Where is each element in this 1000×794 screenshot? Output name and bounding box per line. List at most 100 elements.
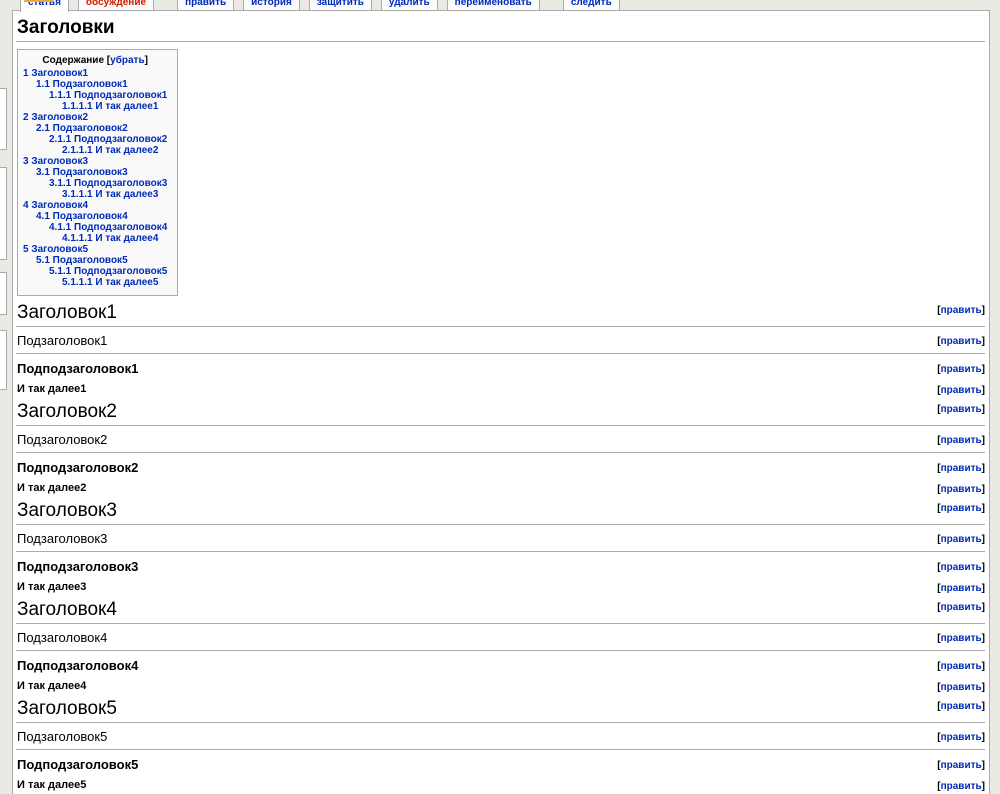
toc-entry: 5.1.1.1 И так далее5 [23, 277, 167, 288]
toc-entry: 3.1.1 Подподзаголовок3 [23, 178, 167, 189]
toc-entry-link[interactable]: 3.1.1 Подподзаголовок3 [49, 178, 167, 189]
toc-entry-link[interactable]: 2.1.1.1 И так далее2 [62, 145, 158, 156]
toc-entry: 5 Заголовок5 [23, 244, 167, 255]
edit-link-anchor[interactable]: править [941, 336, 982, 347]
toc-entry-link[interactable]: 4.1 Подзаголовок4 [36, 211, 128, 222]
heading-text: Подзаголовок5 [17, 729, 107, 744]
heading-text: И так далее4 [17, 680, 86, 692]
toc-entry-link[interactable]: 4 Заголовок4 [23, 200, 88, 211]
edit-link: [править] [937, 305, 985, 317]
edit-link: [править] [937, 534, 985, 546]
edit-bracket-close: ] [982, 503, 985, 514]
edit-link-anchor[interactable]: править [941, 503, 982, 514]
tab-item[interactable]: следить [563, 0, 620, 10]
toc-hide-link[interactable]: убрать [110, 55, 144, 66]
edit-link: [править] [937, 701, 985, 713]
section-heading-h5: [править] И так далее2 [16, 482, 985, 494]
edit-link-anchor[interactable]: править [941, 305, 982, 316]
edit-bracket-close: ] [982, 435, 985, 446]
heading-text: Подзаголовок1 [17, 333, 107, 348]
edit-link-anchor[interactable]: править [941, 583, 982, 594]
edit-link-anchor[interactable]: править [941, 364, 982, 375]
edit-link-anchor[interactable]: править [941, 404, 982, 415]
edit-link-anchor[interactable]: править [941, 781, 982, 792]
toc-entry-link[interactable]: 5 Заголовок5 [23, 244, 88, 255]
tab-item[interactable]: обсуждение [78, 0, 154, 10]
tab-link[interactable]: удалить [389, 0, 430, 8]
toc-entry: 1.1.1.1 И так далее1 [23, 101, 167, 112]
tab-item[interactable]: удалить [381, 0, 438, 10]
tab-item[interactable]: история [243, 0, 300, 10]
tab-link[interactable]: обсуждение [86, 0, 146, 8]
tabs-bar: статья обсуждение править история защити… [20, 0, 629, 10]
edit-link-anchor[interactable]: править [941, 562, 982, 573]
edit-link-anchor[interactable]: править [941, 484, 982, 495]
sidebar-portlet-edge [0, 167, 7, 260]
toc-entry-link[interactable]: 2 Заголовок2 [23, 112, 88, 123]
section-heading-h4: [править] Подподзаголовок2 [16, 461, 985, 475]
heading-text: Подзаголовок3 [17, 531, 107, 546]
toc-entry-link[interactable]: 1 Заголовок1 [23, 68, 88, 79]
toc-entry-link[interactable]: 5.1 Подзаголовок5 [36, 255, 128, 266]
tab-link[interactable]: править [185, 0, 226, 8]
content-area: Заголовки Содержание [убрать] 1 Заголово… [12, 10, 990, 794]
edit-link-anchor[interactable]: править [941, 633, 982, 644]
edit-link-anchor[interactable]: править [941, 701, 982, 712]
toc-entry-link[interactable]: 4.1.1 Подподзаголовок4 [49, 222, 167, 233]
toc-entry-link[interactable]: 2.1.1 Подподзаголовок2 [49, 134, 167, 145]
edit-link-anchor[interactable]: править [941, 732, 982, 743]
section: [править] Заголовок2 [править] Подзаголо… [16, 402, 985, 494]
edit-bracket-close: ] [982, 404, 985, 415]
toc-entry-link[interactable]: 5.1.1 Подподзаголовок5 [49, 266, 167, 277]
tab-link[interactable]: переименовать [455, 0, 532, 8]
heading-text: Заголовок1 [17, 302, 117, 323]
edit-bracket-close: ] [982, 760, 985, 771]
toc-entry-link[interactable]: 1.1 Подзаголовок1 [36, 79, 128, 90]
edit-link-anchor[interactable]: править [941, 463, 982, 474]
toc-entry-link[interactable]: 1.1.1.1 И так далее1 [62, 101, 158, 112]
sidebar-portlet-edge [0, 272, 7, 315]
section-heading-h3: [править] Подзаголовок3 [16, 532, 985, 552]
edit-bracket-close: ] [982, 583, 985, 594]
edit-link-anchor[interactable]: править [941, 661, 982, 672]
toc-entry: 5.1.1 Подподзаголовок5 [23, 266, 167, 277]
heading-text: Заголовок5 [17, 698, 117, 719]
tab-item[interactable]: править [177, 0, 234, 10]
tab-link[interactable]: история [251, 0, 292, 8]
toc-entry: 2.1 Подзаголовок2 [23, 123, 167, 134]
edit-link-anchor[interactable]: править [941, 534, 982, 545]
toc-hide-toggle: [убрать] [107, 55, 148, 66]
toc-entry-link[interactable]: 4.1.1.1 И так далее4 [62, 233, 158, 244]
toc-entry-link[interactable]: 2.1 Подзаголовок2 [36, 123, 128, 134]
edit-bracket-close: ] [982, 781, 985, 792]
edit-link-anchor[interactable]: править [941, 435, 982, 446]
toc-entry-link[interactable]: 3.1.1.1 И так далее3 [62, 189, 158, 200]
sections: [править] Заголовок1 [править] Подзаголо… [16, 303, 985, 791]
edit-link: [править] [937, 562, 985, 574]
edit-link-anchor[interactable]: править [941, 682, 982, 693]
tab-link[interactable]: следить [571, 0, 612, 8]
edit-bracket-close: ] [982, 732, 985, 743]
toc-entry-link[interactable]: 1.1.1 Подподзаголовок1 [49, 90, 167, 101]
toc-entry: 4.1.1.1 И так далее4 [23, 233, 167, 244]
toc-entry-link[interactable]: 5.1.1.1 И так далее5 [62, 277, 158, 288]
section-heading-h3: [править] Подзаголовок5 [16, 730, 985, 750]
tab-item[interactable]: переименовать [447, 0, 540, 10]
toc-entry: 1 Заголовок1 [23, 68, 167, 79]
tab-link[interactable]: защитить [317, 0, 364, 8]
edit-link: [править] [937, 661, 985, 673]
edit-link-anchor[interactable]: править [941, 385, 982, 396]
toc-entry-link[interactable]: 3.1 Подзаголовок3 [36, 167, 128, 178]
toc-entry-link[interactable]: 3 Заголовок3 [23, 156, 88, 167]
tab-item[interactable]: защитить [309, 0, 372, 10]
edit-link-anchor[interactable]: править [941, 602, 982, 613]
edit-bracket-close: ] [982, 701, 985, 712]
edit-bracket-close: ] [982, 463, 985, 474]
toc-entry: 2 Заголовок2 [23, 112, 167, 123]
edit-link-anchor[interactable]: править [941, 760, 982, 771]
toc-entry: 2.1.1.1 И так далее2 [23, 145, 167, 156]
section: [править] Заголовок5 [править] Подзаголо… [16, 699, 985, 791]
toc-title-row: Содержание [убрать] [23, 55, 167, 66]
toc-entries: 1 Заголовок1 1.1 Подзаголовок1 1.1.1 Под… [23, 68, 167, 288]
toc-bracket-close: ] [145, 55, 148, 66]
